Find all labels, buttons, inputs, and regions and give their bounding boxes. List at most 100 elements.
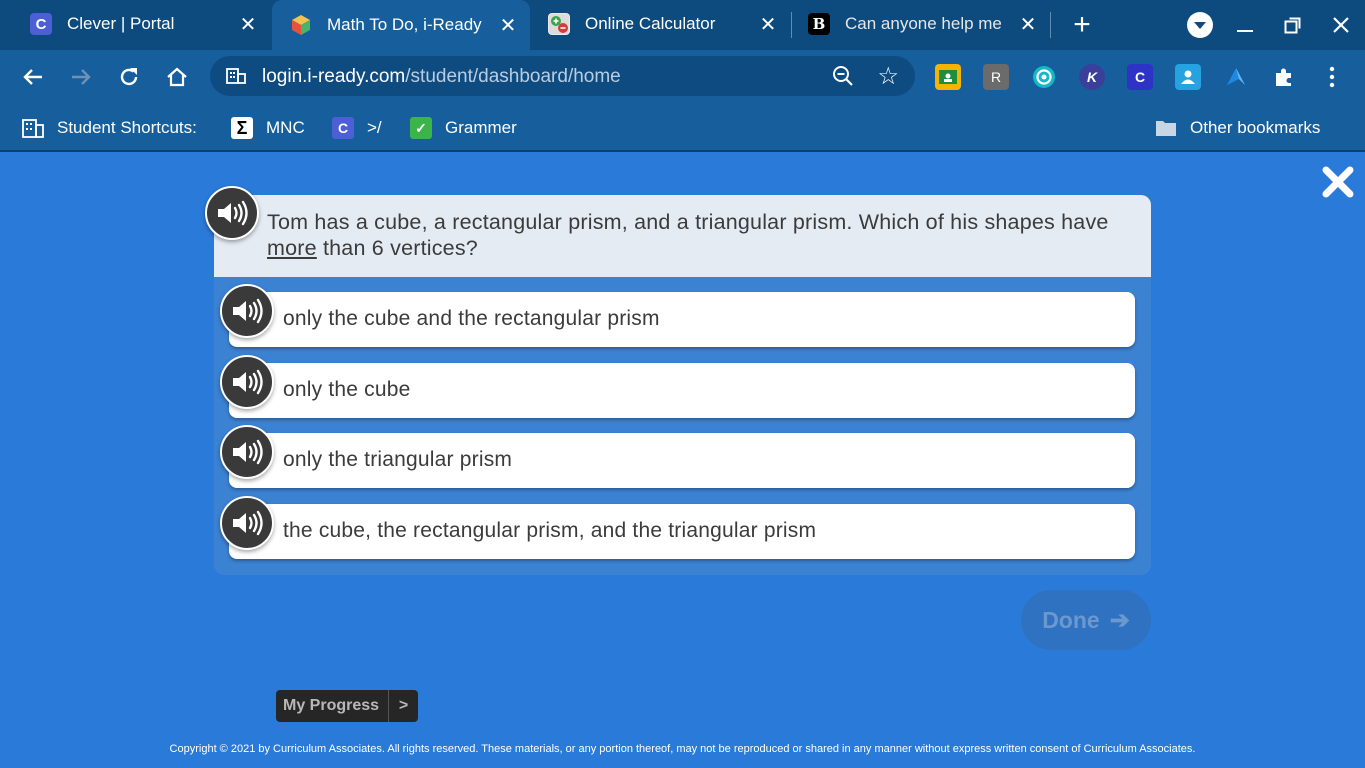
- site-info-icon[interactable]: [226, 67, 246, 85]
- read-answer-3-button[interactable]: [220, 425, 274, 479]
- sigma-icon: Σ: [231, 117, 253, 139]
- speaker-icon: [218, 200, 248, 226]
- clever-favicon-icon: C: [30, 13, 52, 35]
- bookmark-clever-shortcut[interactable]: C >/: [332, 116, 382, 140]
- bookmarks-bar: Student Shortcuts: Σ MNC C >/ ✓ Grammer …: [0, 104, 1365, 152]
- close-icon: [1333, 17, 1349, 33]
- minimize-button[interactable]: [1230, 10, 1260, 40]
- zoom-icon[interactable]: [831, 64, 855, 88]
- answer-option-2[interactable]: only the cube: [229, 363, 1135, 418]
- restore-button[interactable]: [1278, 10, 1308, 40]
- url-text[interactable]: login.i-ready.com/student/dashboard/home: [262, 66, 621, 88]
- checkmark-icon: ✓: [410, 117, 432, 139]
- bookmark-label: Student Shortcuts:: [57, 118, 197, 137]
- read-answer-2-button[interactable]: [220, 355, 274, 409]
- speaker-icon: [233, 510, 263, 536]
- address-bar[interactable]: login.i-ready.com/student/dashboard/home…: [210, 56, 915, 96]
- tab-title: Can anyone help me: [845, 14, 1002, 33]
- tab-math-to-do[interactable]: Math To Do, i-Ready ✕: [272, 0, 530, 50]
- chevron-right-icon: >: [388, 690, 418, 722]
- target-extension-icon[interactable]: [1031, 64, 1057, 90]
- answer-option-4[interactable]: the cube, the rectangular prism, and the…: [229, 504, 1135, 559]
- tab-online-calculator[interactable]: Online Calculator ✕: [532, 0, 790, 48]
- reload-button[interactable]: [114, 62, 144, 92]
- bookmark-label: Other bookmarks: [1190, 118, 1321, 137]
- tab-strip: C Clever | Portal ✕ Math To Do, i-Ready …: [0, 0, 1365, 50]
- read-answer-4-button[interactable]: [220, 496, 274, 550]
- question-text-part: Tom has a cube, a rectangular prism, and…: [267, 210, 1109, 234]
- home-button[interactable]: [162, 62, 192, 92]
- read-question-button[interactable]: [205, 186, 259, 240]
- c-extension-icon[interactable]: C: [1127, 64, 1153, 90]
- chevron-down-icon: [1187, 12, 1213, 38]
- close-icon[interactable]: ✕: [496, 13, 520, 38]
- read-answer-1-button[interactable]: [220, 284, 274, 338]
- clever-icon: C: [332, 117, 354, 139]
- my-progress-button[interactable]: My Progress >: [276, 690, 418, 722]
- tab-title: Clever | Portal: [67, 14, 175, 33]
- more-menu-icon[interactable]: [1319, 64, 1345, 90]
- browser-toolbar: login.i-ready.com/student/dashboard/home…: [0, 50, 1365, 104]
- calculator-favicon-icon: [548, 13, 570, 35]
- close-icon[interactable]: ✕: [1016, 12, 1040, 37]
- answer-label: the cube, the rectangular prism, and the…: [283, 519, 817, 542]
- back-button[interactable]: [18, 62, 48, 92]
- reload-icon: [120, 68, 138, 86]
- close-icon[interactable]: ✕: [756, 12, 780, 37]
- url-host: login.i-ready.com: [262, 66, 406, 87]
- bookmark-student-shortcuts[interactable]: Student Shortcuts:: [22, 116, 197, 140]
- answer-label: only the cube: [283, 378, 411, 401]
- arrow-right-icon: ➔: [1109, 606, 1130, 634]
- close-icon[interactable]: ✕: [236, 12, 260, 37]
- forward-button[interactable]: [66, 62, 96, 92]
- question-emphasis: more: [267, 236, 317, 260]
- done-label: Done: [1042, 606, 1100, 633]
- tab-search-button[interactable]: [1185, 10, 1215, 40]
- answer-label: only the triangular prism: [283, 448, 513, 471]
- arrow-right-icon: [72, 69, 91, 85]
- puzzle-icon[interactable]: [1271, 64, 1297, 90]
- bookmark-label: MNC: [266, 118, 305, 137]
- answer-label: only the cube and the rectangular prism: [283, 307, 660, 330]
- restore-icon: [1284, 17, 1301, 34]
- tab-clever-portal[interactable]: C Clever | Portal ✕: [0, 0, 270, 48]
- question-text: Tom has a cube, a rectangular prism, and…: [267, 209, 1117, 261]
- arrow-left-icon: [23, 69, 42, 85]
- url-path: /student/dashboard/home: [405, 66, 621, 87]
- speaker-icon: [233, 369, 263, 395]
- my-progress-label: My Progress: [283, 697, 380, 714]
- bookmark-label: Grammer: [445, 118, 517, 137]
- close-icon: [1322, 166, 1354, 198]
- minimize-icon: [1237, 30, 1253, 32]
- r-extension-icon[interactable]: R: [983, 64, 1009, 90]
- bookmark-star-icon[interactable]: ☆: [877, 62, 899, 91]
- home-icon: [167, 67, 187, 87]
- bookmark-label: >/: [367, 118, 382, 137]
- copyright-notice: Copyright © 2021 by Curriculum Associate…: [169, 743, 1196, 755]
- answer-option-1[interactable]: only the cube and the rectangular prism: [229, 292, 1135, 347]
- close-lesson-button[interactable]: [1320, 164, 1356, 200]
- building-icon: [22, 117, 44, 139]
- tab-title: Math To Do, i-Ready: [327, 15, 482, 34]
- new-tab-button[interactable]: +: [1067, 8, 1097, 41]
- folder-icon: [1155, 117, 1177, 139]
- google-classroom-icon[interactable]: [935, 64, 961, 90]
- bookmark-grammer[interactable]: ✓ Grammer: [410, 116, 517, 140]
- done-button[interactable]: Done ➔: [1021, 590, 1151, 650]
- k-extension-icon[interactable]: K: [1079, 64, 1105, 90]
- tab-separator: [1050, 12, 1051, 38]
- question-header: Tom has a cube, a rectangular prism, and…: [214, 195, 1151, 277]
- tab-title: Online Calculator: [585, 14, 716, 33]
- close-window-button[interactable]: [1326, 10, 1356, 40]
- bookmark-mnc[interactable]: Σ MNC: [231, 116, 305, 140]
- speaker-icon: [233, 439, 263, 465]
- question-text-part: than 6 vertices?: [316, 236, 478, 260]
- iready-cube-favicon-icon: [290, 14, 312, 36]
- tab-brainly-question[interactable]: B Can anyone help me ✕: [792, 0, 1050, 48]
- answer-option-3[interactable]: only the triangular prism: [229, 433, 1135, 488]
- bird-extension-icon[interactable]: [1223, 64, 1249, 90]
- contact-extension-icon[interactable]: [1175, 64, 1201, 90]
- speaker-icon: [233, 298, 263, 324]
- brainly-favicon-icon: B: [808, 13, 830, 35]
- other-bookmarks[interactable]: Other bookmarks: [1155, 116, 1320, 140]
